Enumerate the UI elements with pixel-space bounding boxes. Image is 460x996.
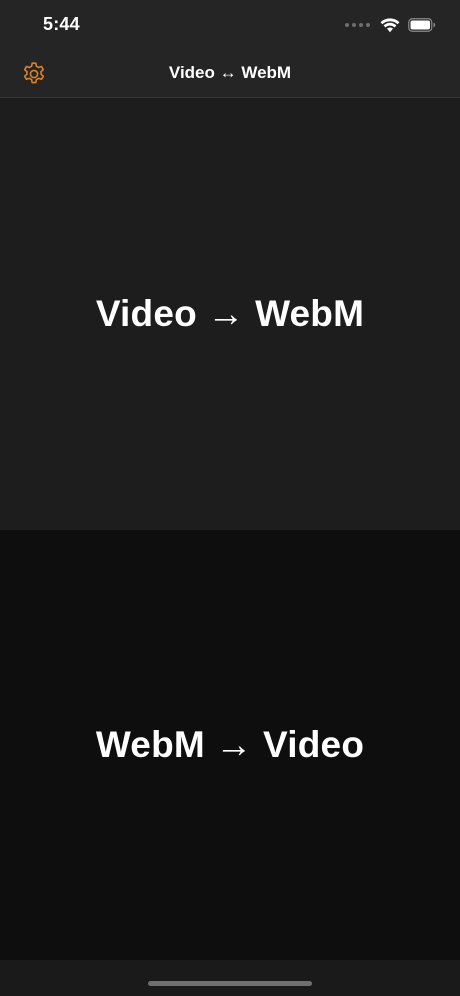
page-title: Video ↔ WebM [168,63,292,82]
status-icons [345,15,436,35]
navigation-bar: Video ↔ WebM [0,50,460,98]
video-to-webm-label: Video → WebM [95,293,365,334]
battery-icon [408,18,436,32]
home-indicator[interactable] [148,981,312,986]
status-time: 5:44 [43,14,80,34]
webm-to-video-button[interactable]: WebM → Video [0,530,460,960]
webm-to-video-label: WebM → Video [95,724,365,765]
home-indicator-area [0,960,460,996]
wifi-icon [380,17,400,32]
status-bar: 5:44 [0,0,460,50]
video-to-webm-button[interactable]: Video → WebM [0,98,460,530]
signal-dots-icon [345,23,370,27]
